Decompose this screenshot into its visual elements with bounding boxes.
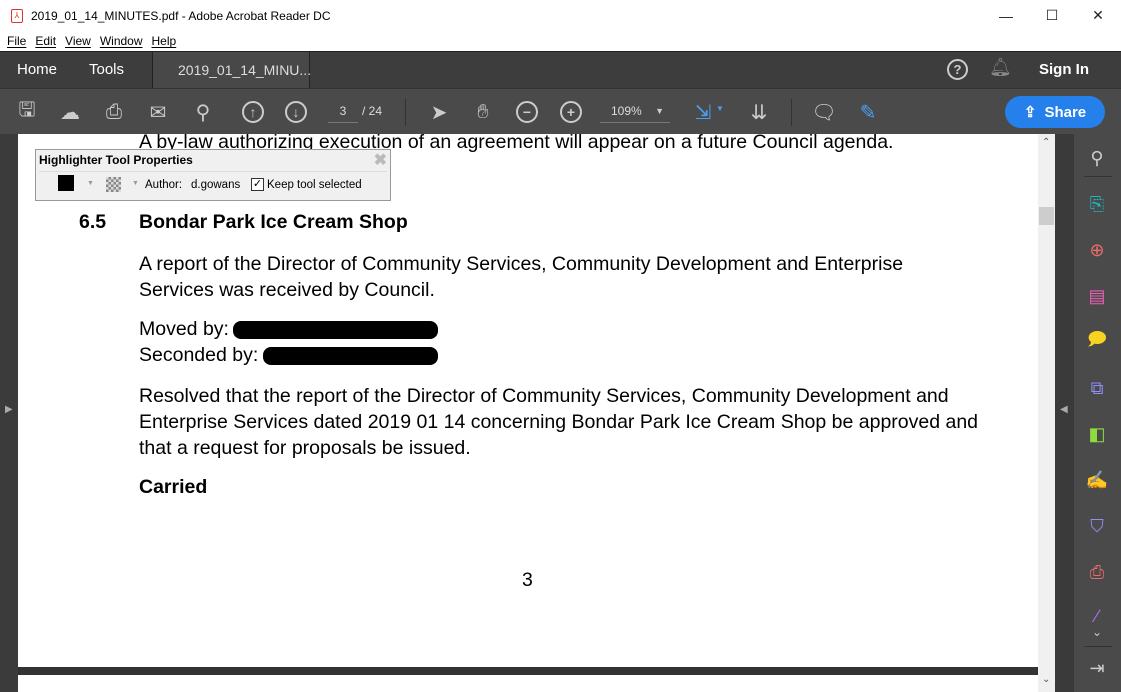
next-page-icon[interactable]: ↓ [283,99,309,125]
divider [791,99,792,126]
organize-pages-icon[interactable]: ◧ [1084,422,1110,446]
close-window-button[interactable]: ✕ [1075,0,1121,31]
maximize-button[interactable]: ☐ [1029,0,1075,31]
vertical-scrollbar[interactable]: ⌃ ⌄ [1038,134,1055,692]
pdf-icon: ⅄ [11,8,23,23]
scroll-up-icon[interactable]: ⌃ [1042,137,1050,148]
search-icon[interactable]: ⚲ [190,99,216,125]
email-icon[interactable]: ✉ [145,99,171,125]
color-swatch[interactable] [58,175,74,191]
page-total: / 24 [362,104,383,118]
zoom-out-icon[interactable]: − [514,99,540,125]
collapse-tools-icon[interactable]: ⇥ [1084,656,1110,680]
menu-file[interactable]: File [7,34,26,48]
print-icon[interactable]: ⎙ [101,99,127,125]
moved-by-label: Moved by: [139,318,229,340]
comment-icon[interactable]: 🗨︎ [811,99,837,125]
pdf-page: A by-law authorizing execution of an agr… [18,134,1038,692]
chevron-down-icon[interactable]: ▼ [132,180,139,187]
save-icon[interactable]: 🖫 [14,99,40,125]
report-paragraph: A report of the Director of Community Se… [139,253,904,301]
export-pdf-icon[interactable]: ⎘ [1084,192,1110,216]
close-icon[interactable]: ✖ [374,150,387,170]
highlighter-icon[interactable]: ✎ [855,99,881,125]
combine-files-icon[interactable]: ⧉ [1084,376,1110,400]
expand-left-panel-icon[interactable]: ▶ [5,404,13,415]
select-cursor-icon[interactable]: ➤ [426,99,452,125]
tab-home[interactable]: Home [17,52,57,88]
page-footer-number: 3 [522,569,533,591]
page-number-input[interactable]: 3 [328,101,358,123]
chevron-down-icon[interactable]: ▼ [716,104,724,113]
page-separator [18,667,1038,675]
menu-bar: File Edit View Window Help [0,31,1121,51]
section-number: 6.5 [79,211,107,233]
keep-tool-selected-label: Keep tool selected [267,179,362,191]
share-button[interactable]: ⇪ Share [1005,96,1105,128]
title-bar: ⅄ 2019_01_14_MINUTES.pdf - Adobe Acrobat… [0,0,1121,31]
sign-in-button[interactable]: Sign In [1039,52,1089,88]
previous-page-icon[interactable]: ↑ [240,99,266,125]
section-title: Bondar Park Ice Cream Shop [139,211,408,233]
minimize-button[interactable]: — [983,0,1029,31]
chevron-down-icon: ▼ [655,106,664,116]
help-icon[interactable]: ? [947,59,968,80]
chevron-down-icon[interactable]: ⌄ [1084,620,1110,644]
scrollbar-thumb[interactable] [1039,207,1054,225]
highlighter-title: Highlighter Tool Properties [39,153,193,167]
left-panel-collapsed: ▶ [0,134,18,692]
zoom-select[interactable]: 109% ▼ [600,101,670,123]
notification-bell-icon[interactable]: 🔔︎ [989,57,1012,78]
divider [405,99,406,126]
tools-sidebar: ⚲ ⎘ ⊕ ▤ 🗩︎ ⧉ ◧ ✍ ⛉ ⎙ ∕ ⌄ ⇥ [1074,134,1121,692]
divider [1084,176,1112,177]
tab-tools[interactable]: Tools [89,52,124,88]
tab-document[interactable]: 2019_01_14_MINU... × [152,52,312,113]
zoom-in-icon[interactable]: + [558,99,584,125]
divider [39,171,387,172]
fit-page-icon[interactable]: ⇲ [690,99,716,125]
author-label: Author: [145,179,183,191]
create-pdf-icon[interactable]: ⊕ [1084,238,1110,262]
tools-pane-toggle: ◀ [1055,134,1074,692]
share-icon: ⇪ [1023,104,1037,121]
enhance-scan-icon[interactable]: ⚲ [1084,146,1110,170]
seconded-by-label: Seconded by: [139,344,259,366]
keep-tool-selected-checkbox[interactable]: ✓ [251,178,264,191]
redaction-mark [233,321,438,339]
opacity-icon[interactable] [106,177,121,192]
hand-tool-icon[interactable]: ✋︎ [470,99,496,125]
scroll-mode-icon[interactable]: ⇊ [746,99,772,125]
chevron-down-icon[interactable]: ▼ [87,180,94,187]
menu-help[interactable]: Help [152,34,177,48]
comment-tool-icon[interactable]: 🗩︎ [1084,329,1110,354]
tab-bar: Home Tools 2019_01_14_MINU... × ? 🔔︎ Sig… [0,51,1121,113]
scroll-down-icon[interactable]: ⌄ [1042,674,1050,685]
edit-pdf-icon[interactable]: ▤ [1084,284,1110,308]
share-label: Share [1044,103,1087,121]
divider [1084,646,1112,647]
author-name: d.gowans [191,179,241,191]
redaction-mark [263,347,438,365]
tab-document-label: 2019_01_14_MINU... [178,62,312,78]
collapse-panel-icon[interactable]: ◀ [1060,404,1068,415]
menu-view[interactable]: View [65,34,91,48]
menu-window[interactable]: Window [100,34,143,48]
window-title: 2019_01_14_MINUTES.pdf - Adobe Acrobat R… [31,8,331,23]
motion-status: Carried [139,476,208,498]
upload-cloud-icon[interactable]: ☁ [57,99,83,125]
send-for-signature-icon[interactable]: ⎙ [1084,560,1110,584]
protect-shield-icon[interactable]: ⛉ [1084,514,1110,538]
highlighter-properties-toolbar[interactable]: Highlighter Tool Properties ✖ ▼ ▼ Author… [35,149,391,201]
resolution-paragraph: Resolved that the report of the Director… [139,385,979,459]
menu-edit[interactable]: Edit [35,34,56,48]
toolbar: 🖫 ☁ ⎙ ✉ ⚲ ↑ ↓ 3 / 24 ➤ ✋︎ − + 109% ▼ ⇲ ▼ … [0,88,1121,134]
fill-sign-icon[interactable]: ✍ [1084,468,1110,492]
zoom-value: 109% [611,104,642,118]
